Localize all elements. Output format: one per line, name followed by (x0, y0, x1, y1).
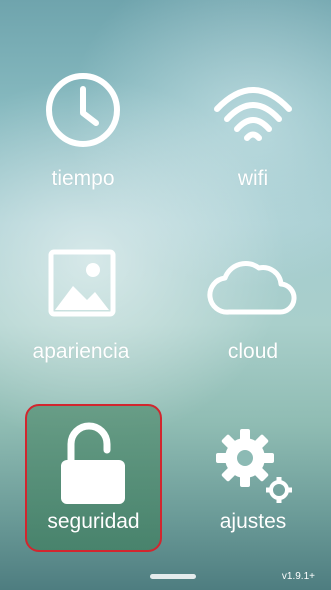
tiempo-tile[interactable]: tiempo (13, 62, 153, 212)
home-screen: tiempo wifi apariencia cloud seguridad a… (0, 0, 331, 590)
version-label: v1.9.1+ (281, 571, 315, 582)
gears-icon (198, 416, 308, 510)
apariencia-tile[interactable]: apariencia (6, 235, 156, 385)
wifi-tile[interactable]: wifi (183, 62, 323, 212)
tiempo-label: tiempo (51, 167, 115, 190)
clock-icon (28, 62, 138, 167)
seguridad-tile[interactable]: seguridad (25, 404, 162, 552)
cloud-tile[interactable]: cloud (183, 235, 323, 385)
wifi-label: wifi (237, 167, 269, 190)
ajustes-label: ajustes (219, 510, 287, 533)
cloud-label: cloud (227, 340, 279, 363)
unlocked-padlock-icon (44, 416, 144, 510)
ajustes-tile[interactable]: ajustes (183, 404, 323, 554)
home-indicator[interactable] (150, 574, 196, 579)
image-icon (26, 235, 136, 340)
seguridad-label: seguridad (47, 510, 140, 533)
apariencia-label: apariencia (32, 340, 130, 363)
wifi-icon (198, 62, 308, 167)
cloud-icon (198, 235, 308, 340)
